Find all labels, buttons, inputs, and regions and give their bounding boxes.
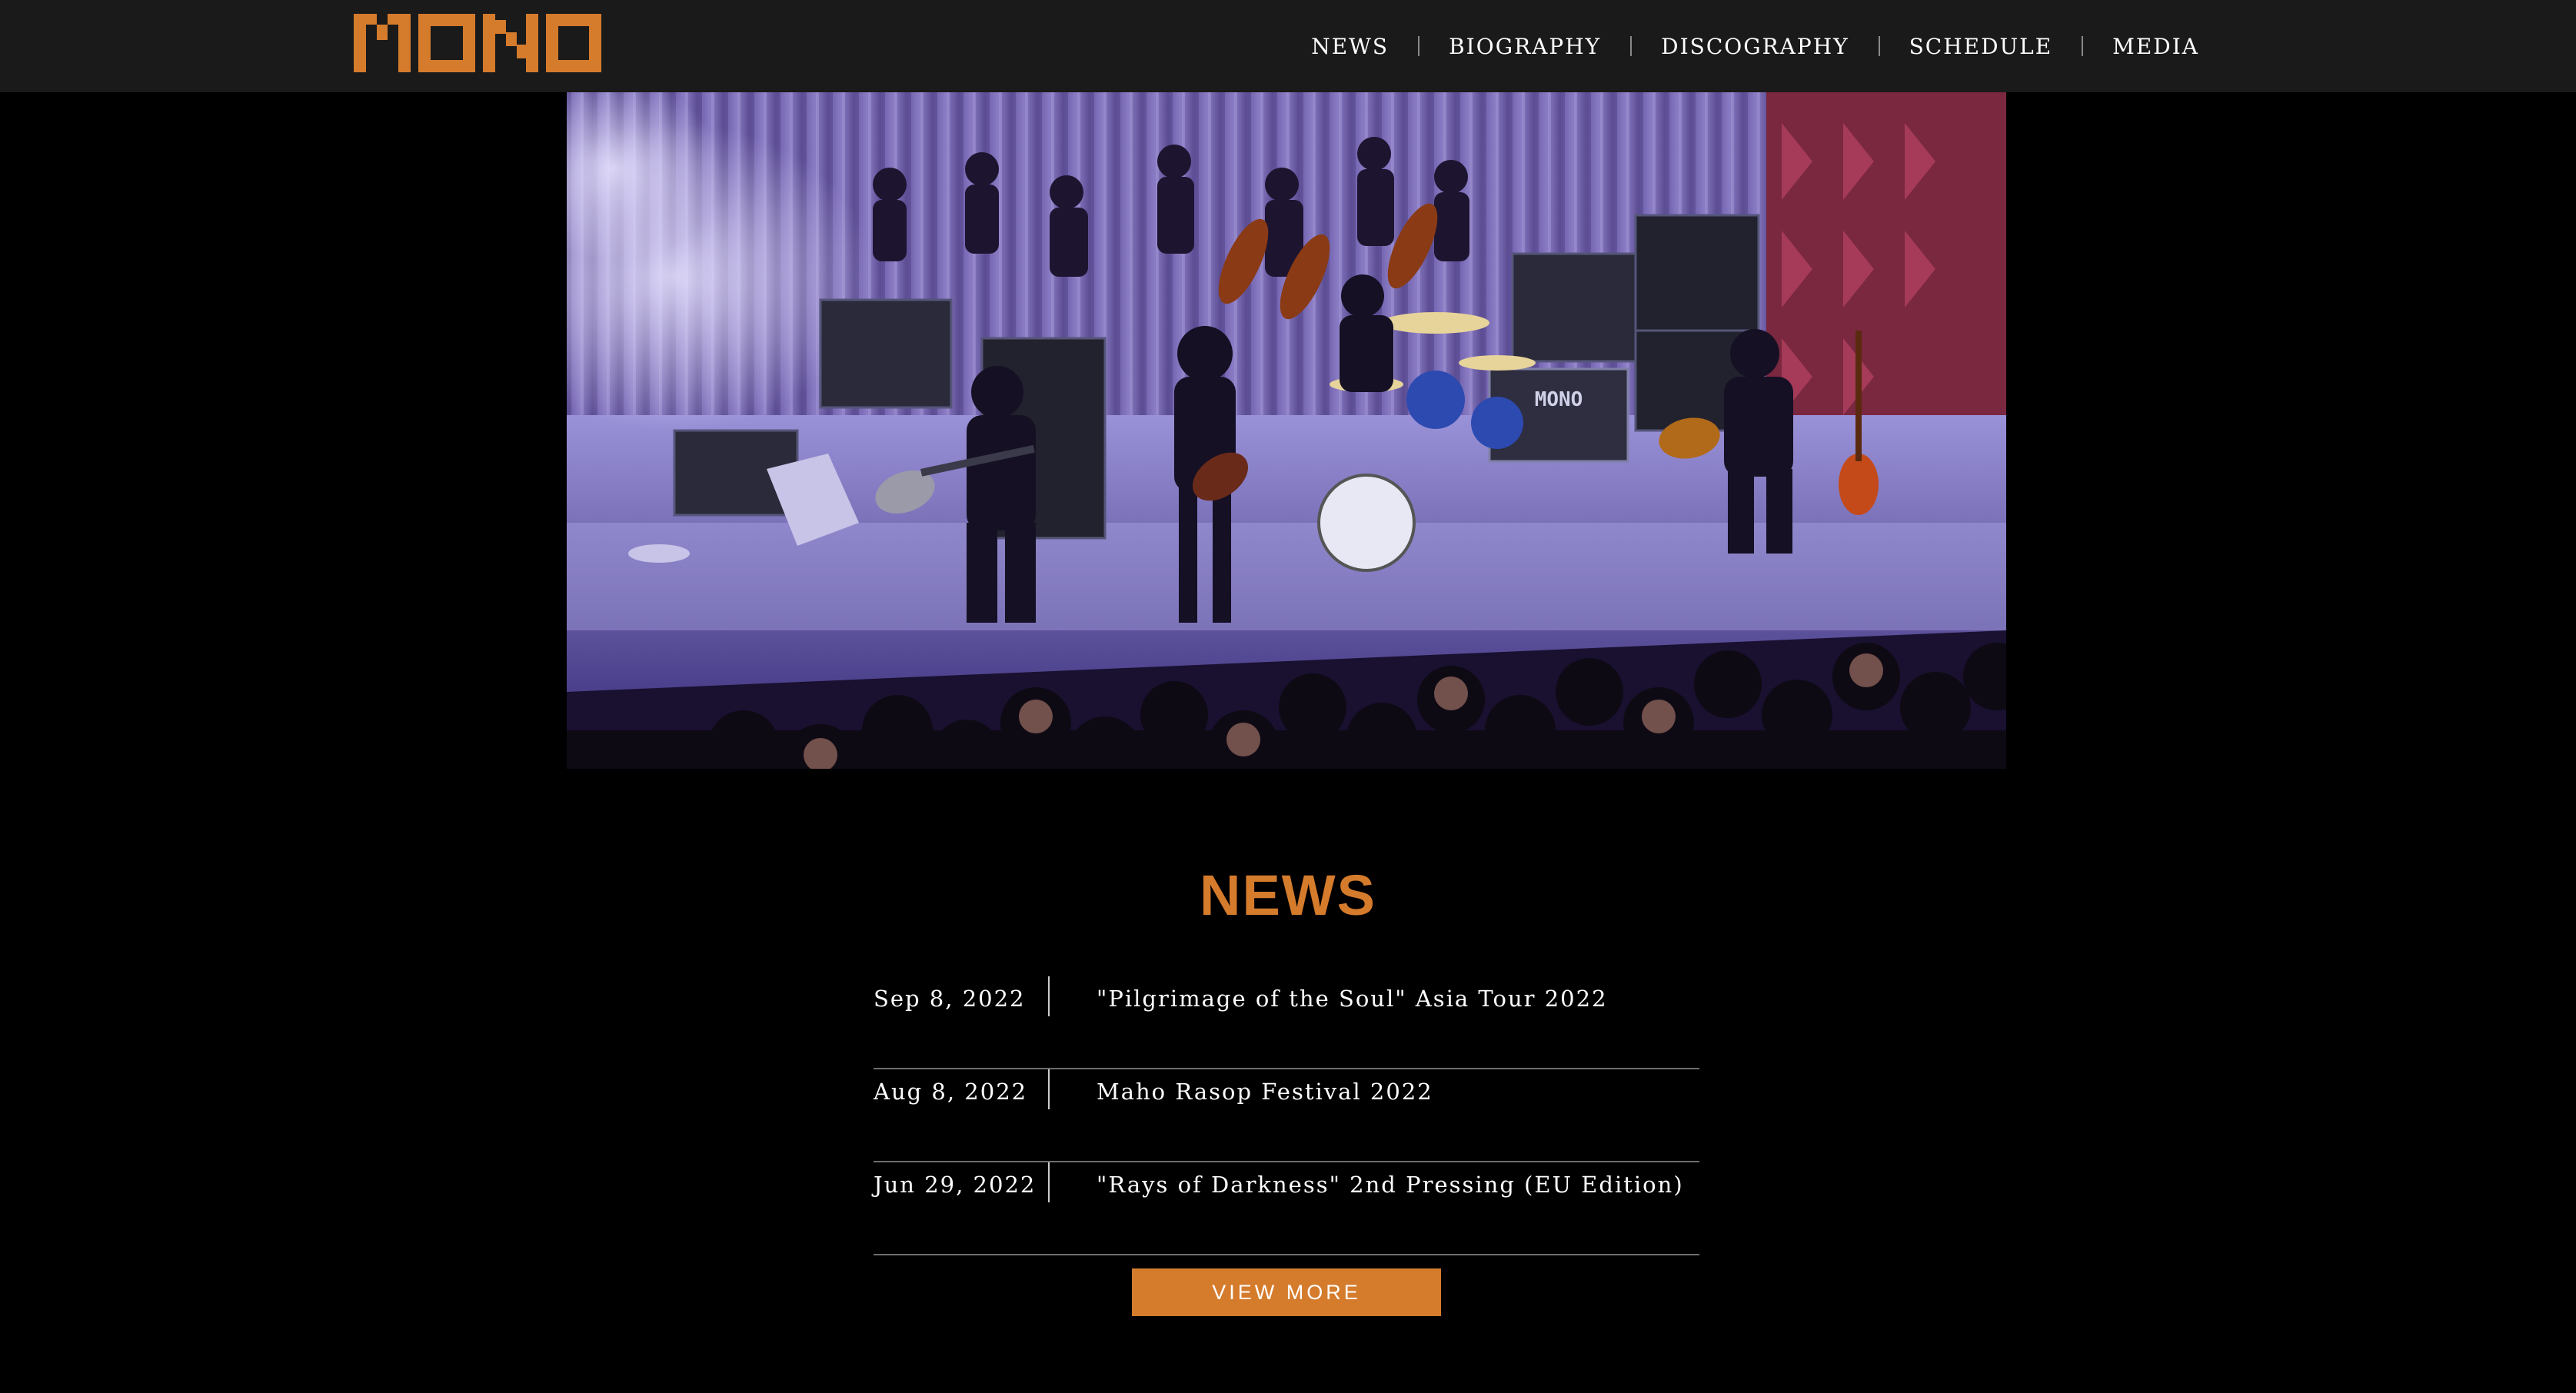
nav-separator (2082, 36, 2084, 56)
news-date: Sep 8, 2022 (874, 986, 1026, 1012)
nav-media[interactable]: MEDIA (2112, 34, 2199, 59)
stage-case-label: MONO (1535, 388, 1583, 411)
news-headline-link[interactable]: Maho Rasop Festival 2022 (1097, 1079, 1433, 1105)
site-header: NEWS BIOGRAPHY DISCOGRAPHY SCHEDULE MEDI… (0, 0, 2576, 92)
nav-separator (1418, 36, 1420, 56)
news-divider (1048, 976, 1050, 1016)
news-list: Sep 8, 2022 "Pilgrimage of the Soul" Asi… (874, 976, 1699, 1255)
main-nav: NEWS BIOGRAPHY DISCOGRAPHY SCHEDULE MEDI… (1311, 0, 2199, 92)
nav-separator (1630, 36, 1632, 56)
news-headline-link[interactable]: "Rays of Darkness" 2nd Pressing (EU Edit… (1097, 1172, 1684, 1198)
news-headline-link[interactable]: "Pilgrimage of the Soul" Asia Tour 2022 (1097, 986, 1608, 1012)
nav-discography[interactable]: DISCOGRAPHY (1661, 34, 1849, 59)
hero-concert-photo: MONO (567, 92, 2006, 769)
news-section-title: NEWS (1200, 863, 1376, 927)
news-date: Jun 29, 2022 (874, 1172, 1037, 1198)
nav-biography[interactable]: BIOGRAPHY (1449, 34, 1601, 59)
news-item[interactable]: Jun 29, 2022 "Rays of Darkness" 2nd Pres… (874, 1162, 1699, 1255)
mono-logo[interactable] (354, 14, 601, 72)
nav-news[interactable]: NEWS (1311, 34, 1389, 59)
view-more-button[interactable]: VIEW MORE (1132, 1268, 1441, 1316)
news-date: Aug 8, 2022 (874, 1079, 1028, 1105)
news-item[interactable]: Sep 8, 2022 "Pilgrimage of the Soul" Asi… (874, 976, 1699, 1069)
news-item[interactable]: Aug 8, 2022 Maho Rasop Festival 2022 (874, 1069, 1699, 1162)
news-divider (1048, 1162, 1050, 1202)
news-divider (1048, 1069, 1050, 1109)
nav-schedule[interactable]: SCHEDULE (1909, 34, 2053, 59)
nav-separator (1878, 36, 1880, 56)
